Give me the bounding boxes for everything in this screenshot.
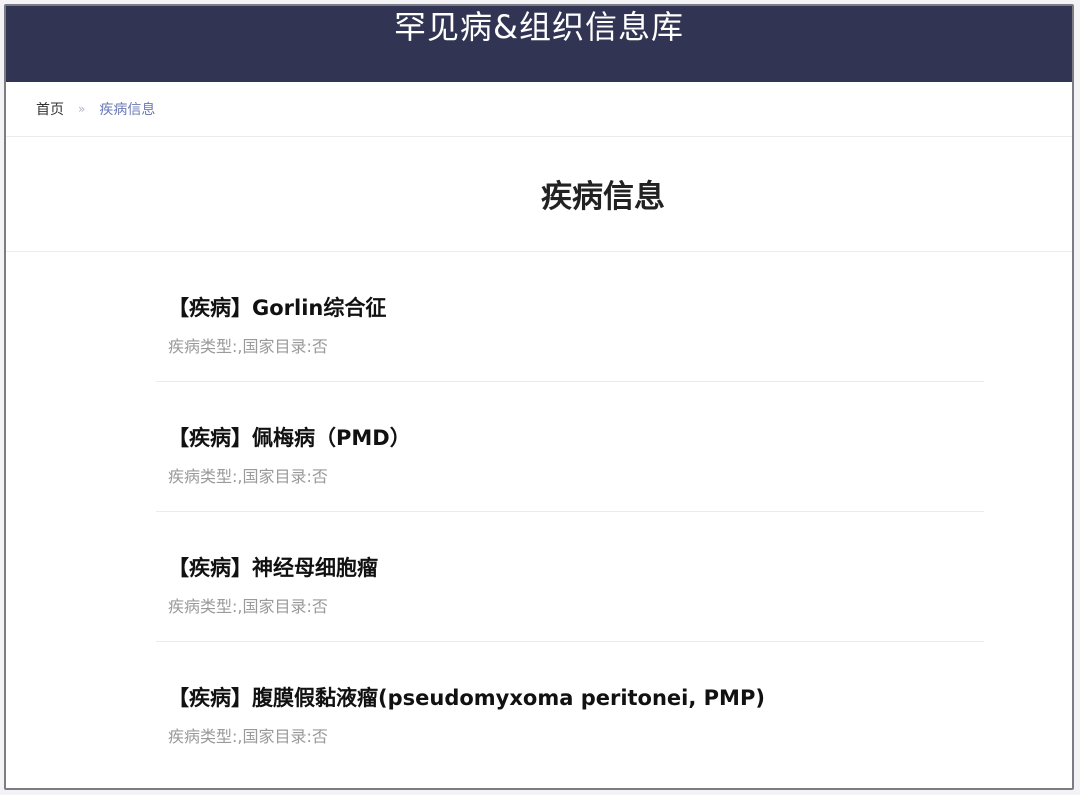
breadcrumb-home-link[interactable]: 首页 [36,99,64,119]
disease-title-link[interactable]: 【疾病】腹膜假黏液瘤(pseudomyxoma peritonei, PMP) [168,642,984,712]
browser-frame: 罕见病&组织信息库 首页 » 疾病信息 疾病信息 【疾病】Gorlin综合征 疾… [4,4,1074,790]
list-item[interactable]: 【疾病】腹膜假黏液瘤(pseudomyxoma peritonei, PMP) … [156,642,984,772]
disease-list: 【疾病】Gorlin综合征 疾病类型:,国家目录:否 【疾病】佩梅病（PMD） … [156,252,984,772]
page-title-section: 疾病信息 [6,137,1072,252]
disease-title-link[interactable]: 【疾病】佩梅病（PMD） [168,382,984,452]
site-header: 罕见病&组织信息库 [6,6,1072,82]
site-title: 罕见病&组织信息库 [394,8,684,46]
disease-meta: 疾病类型:,国家目录:否 [168,597,328,616]
breadcrumb-current: 疾病信息 [99,102,156,118]
list-item[interactable]: 【疾病】佩梅病（PMD） 疾病类型:,国家目录:否 [156,382,984,512]
disease-meta: 疾病类型:,国家目录:否 [168,727,328,746]
page-title: 疾病信息 [541,178,665,215]
disease-meta: 疾病类型:,国家目录:否 [168,467,328,486]
breadcrumb-separator: » [78,102,86,116]
list-item[interactable]: 【疾病】Gorlin综合征 疾病类型:,国家目录:否 [156,252,984,382]
disease-meta: 疾病类型:,国家目录:否 [168,337,328,356]
breadcrumb: 首页 » 疾病信息 [6,82,1072,137]
list-item[interactable]: 【疾病】神经母细胞瘤 疾病类型:,国家目录:否 [156,512,984,642]
disease-title-link[interactable]: 【疾病】Gorlin综合征 [168,252,984,322]
disease-title-link[interactable]: 【疾病】神经母细胞瘤 [168,512,984,582]
